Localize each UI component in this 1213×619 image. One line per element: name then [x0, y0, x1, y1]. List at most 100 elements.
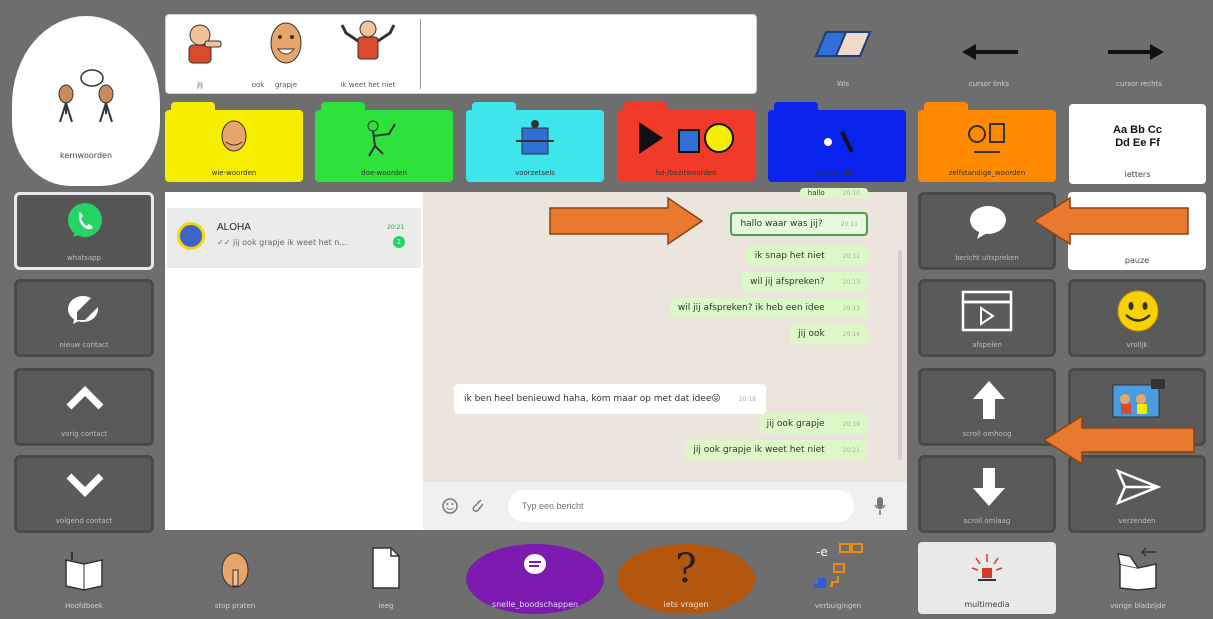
- message-outgoing[interactable]: wil jij afspreken? 20:13: [742, 272, 868, 292]
- folder-doe-woorden[interactable]: doe-woorden: [315, 102, 453, 182]
- message-time: 20:10: [842, 190, 860, 197]
- quick-messages-button[interactable]: snelle_boodschappen: [466, 544, 604, 614]
- strip-word-ik-weet-het-niet[interactable]: ik weet het niet: [328, 15, 408, 93]
- hoofdboek-label: Hoofdboek: [65, 602, 103, 610]
- message-time: 20:19: [842, 421, 860, 428]
- multimedia-button[interactable]: multimedia: [918, 542, 1056, 614]
- microphone-icon[interactable]: [873, 496, 887, 516]
- message-text: wil jij afspreken? ik heb een idee: [677, 303, 825, 313]
- letters-button[interactable]: Aa Bb Cc Dd Ee Ff letters: [1069, 104, 1206, 184]
- book-back-icon: [1117, 547, 1157, 591]
- whatsapp-label: whatsapp: [66, 254, 102, 262]
- laughing-face-icon: [270, 22, 302, 64]
- strip-word-label: ik weet het niet: [340, 81, 396, 89]
- stop-talking-button[interactable]: stop praten: [165, 540, 305, 614]
- chat-scrollbar[interactable]: [898, 250, 902, 460]
- ask-something-label: iets vragen: [663, 600, 709, 609]
- message-icon: [524, 554, 546, 574]
- message-time: 20:13: [842, 305, 860, 312]
- folder-wie-woorden[interactable]: wie-woorden: [165, 102, 303, 182]
- folder-bijwoorden[interactable]: bijwoorden: [768, 102, 906, 182]
- happy-button[interactable]: vrolijk: [1068, 279, 1206, 357]
- message-text: jij ook grapje ik weet het niet: [693, 445, 825, 455]
- scroll-up-button[interactable]: scroll omhoog: [918, 368, 1056, 446]
- chevron-up-icon: [66, 386, 104, 410]
- attach-icon[interactable]: [469, 496, 487, 516]
- dots-icon: [824, 131, 854, 153]
- multimedia-label: multimedia: [964, 600, 1010, 609]
- person-icon: [221, 120, 247, 152]
- new-message-icon: [68, 296, 101, 324]
- message-input[interactable]: [508, 490, 854, 522]
- question-mark-icon: ?: [675, 546, 697, 592]
- folder-label: zelfstandige_woorden: [948, 169, 1026, 177]
- svg-text:-e: -e: [816, 545, 828, 559]
- folder-hd-bezitwoorden[interactable]: hd-/bezitwoorden: [617, 102, 755, 182]
- strip-word-label: jij: [197, 81, 203, 89]
- send-label: verzenden: [1118, 517, 1156, 525]
- speech-bubble-icon: [970, 206, 1006, 239]
- ask-something-button[interactable]: ? iets vragen: [617, 544, 755, 614]
- shrug-icon: [340, 20, 396, 60]
- cursor-right-button[interactable]: cursor rechts: [1070, 14, 1208, 94]
- blank-page-icon: [372, 547, 400, 589]
- contact-avatar: [177, 222, 205, 250]
- scroll-down-label: scroll omlaag: [963, 517, 1011, 525]
- alarm-icon: [971, 554, 1003, 581]
- conjugations-button[interactable]: -e verbuigingen: [768, 540, 908, 614]
- conversation-item[interactable]: ALOHA 20:21 ✓✓ jij ook grapje ik weet he…: [167, 208, 421, 268]
- scroll-down-button[interactable]: scroll omlaag: [918, 455, 1056, 533]
- folder-label: doe-woorden: [361, 169, 407, 177]
- message-text: hallo: [807, 189, 825, 197]
- folder-label: hd-/bezitwoorden: [655, 169, 717, 177]
- message-time: 20:14: [842, 331, 860, 338]
- smiley-icon: [1117, 290, 1159, 332]
- kernwoorden-button[interactable]: kernwoorden: [12, 16, 160, 186]
- arrow-left-icon: [962, 44, 1018, 60]
- message-outgoing[interactable]: jij ook grapje ik weet het niet 20:21: [685, 440, 868, 460]
- folder-voorzetsels[interactable]: voorzetsels: [466, 102, 604, 182]
- speak-message-label: bericht uitspreken: [955, 254, 1019, 262]
- kernwoorden-label: kernwoorden: [59, 151, 113, 160]
- strip-word-grapje[interactable]: grapje: [256, 15, 316, 93]
- message-outgoing[interactable]: jij ook 20:14: [790, 324, 868, 344]
- cursor-left-button[interactable]: cursor links: [920, 14, 1058, 94]
- message-time: 20:13: [842, 279, 860, 286]
- message-outgoing[interactable]: jij ook grapje 20:19: [758, 414, 868, 434]
- message-outgoing[interactable]: ik snap het niet 20:12: [746, 246, 868, 266]
- message-time: 20:11: [840, 221, 858, 228]
- cursor-left-label: cursor links: [968, 80, 1010, 88]
- clapperboard-icon: [961, 290, 1013, 332]
- send-icon: [1115, 468, 1161, 506]
- play-button[interactable]: afspelen: [918, 279, 1056, 357]
- send-button[interactable]: verzenden: [1068, 455, 1206, 533]
- previous-contact-button[interactable]: vorig contact: [14, 368, 154, 446]
- folder-label: voorzetsels: [515, 169, 555, 177]
- hoofdboek-button[interactable]: Hoofdboek: [14, 540, 154, 614]
- message-text: ik ben heel benieuwd haha, kom maar op m…: [464, 394, 721, 404]
- text-cursor: [420, 19, 421, 89]
- sentence-strip[interactable]: jij ook grapje ik weet het niet: [165, 14, 757, 94]
- objects-icon: [968, 123, 1005, 153]
- whatsapp-button[interactable]: whatsapp: [14, 192, 154, 270]
- folder-label: bijwoorden: [817, 169, 857, 177]
- message-outgoing[interactable]: wil jij afspreken? ik heb een idee 20:13: [669, 298, 868, 318]
- new-contact-button[interactable]: nieuw contact: [14, 279, 154, 357]
- action-icon: [367, 120, 396, 157]
- conversation-time: 20:21: [387, 224, 405, 231]
- empty-button[interactable]: leeg: [316, 540, 456, 614]
- next-contact-button[interactable]: volgend contact: [14, 455, 154, 533]
- next-contact-label: volgend contact: [55, 517, 113, 525]
- message-text: wil jij afspreken?: [750, 277, 825, 287]
- message-incoming[interactable]: ik ben heel benieuwd haha, kom maar op m…: [454, 384, 767, 414]
- wis-button[interactable]: Wis: [774, 14, 912, 94]
- message-time: 20:12: [842, 253, 860, 260]
- folder-zelfstandige-woorden[interactable]: zelfstandige_woorden: [918, 102, 1056, 182]
- message-outgoing[interactable]: hallo waar was jij? 20:11: [730, 212, 868, 236]
- previous-page-button[interactable]: vorige bladzijde: [1068, 540, 1208, 614]
- message-time: 20:21: [842, 447, 860, 454]
- stop-talking-label: stop praten: [214, 602, 256, 610]
- message-outgoing[interactable]: hallo 20:10: [799, 188, 868, 198]
- emoji-icon[interactable]: [441, 497, 459, 515]
- strip-word-jij[interactable]: jij: [170, 15, 230, 93]
